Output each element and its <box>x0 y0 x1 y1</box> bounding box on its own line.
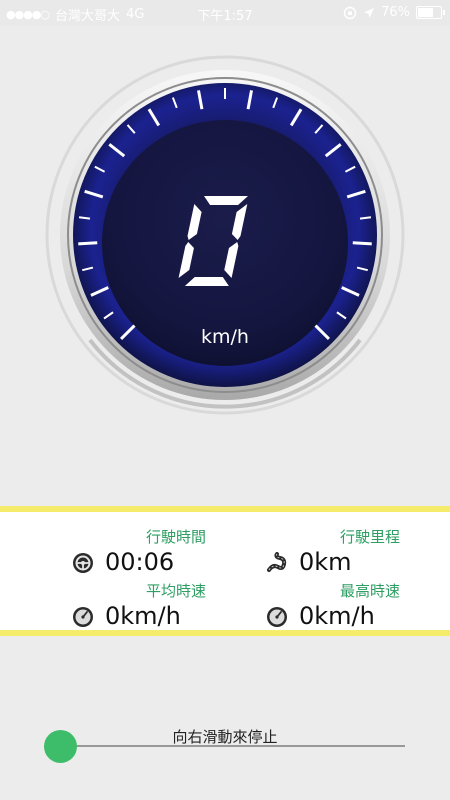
stat-distance: 行駛里程 0km <box>266 520 450 576</box>
gauge-icon <box>73 607 93 627</box>
stat-drive-time: 行駛時間 00:06 <box>72 520 282 576</box>
dial-tick <box>359 216 372 220</box>
distance-label: 行駛里程 <box>339 528 400 546</box>
avg-speed-label: 平均時速 <box>145 582 206 600</box>
avg-speed-value: 0km/h <box>105 602 181 630</box>
stat-max-speed: 最高時速 0km/h <box>266 574 450 630</box>
dial-tick <box>78 216 91 220</box>
stat-avg-speed: 平均時速 0km/h <box>72 574 282 630</box>
speed-unit: km/h <box>201 326 249 348</box>
gauge-icon <box>267 607 287 627</box>
slide-to-stop[interactable]: 向右滑動來停止 <box>0 720 450 780</box>
drive-time-label: 行駛時間 <box>145 528 206 546</box>
max-speed-label: 最高時速 <box>339 582 400 600</box>
winding-road-icon <box>267 552 287 572</box>
speedometer-gauge: km/h <box>45 55 405 415</box>
drive-time-value: 00:06 <box>105 548 175 576</box>
slider-knob[interactable] <box>44 730 77 763</box>
distance-value: 0km <box>299 548 352 576</box>
steering-wheel-icon <box>73 553 93 573</box>
trip-stats-panel: 行駛時間 00:06 行駛里程 0km 平均時速 0km/h 最高時速 0km/… <box>0 506 450 636</box>
slider-track[interactable] <box>60 745 405 747</box>
dial-tick <box>352 241 372 246</box>
dial-tick <box>78 241 98 246</box>
max-speed-value: 0km/h <box>299 602 375 630</box>
